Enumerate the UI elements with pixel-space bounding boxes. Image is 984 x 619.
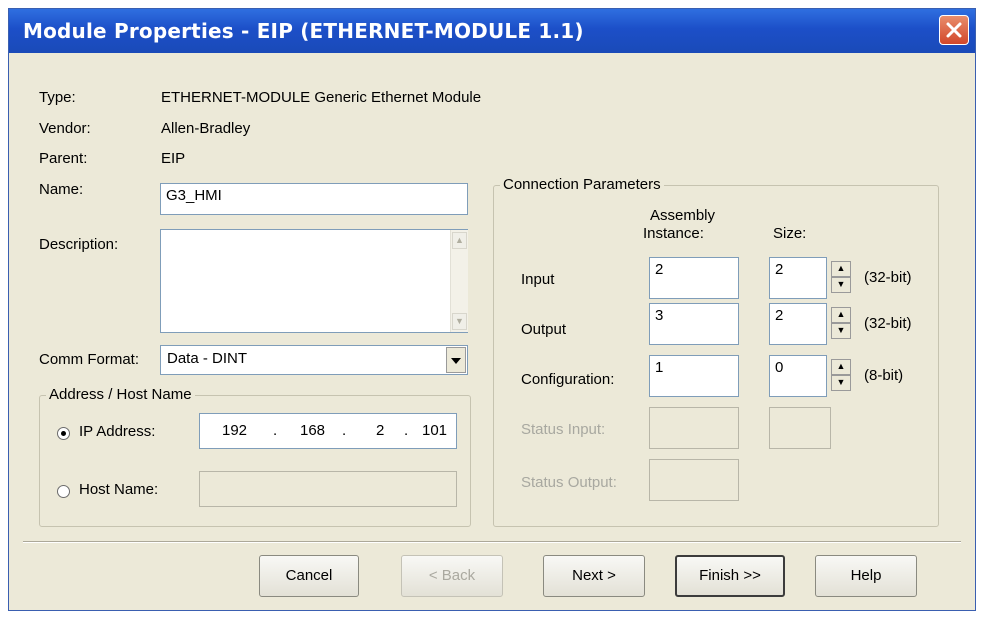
ip-address-input[interactable]: 192 . 168 . 2 . 101: [199, 413, 457, 449]
input-size-field[interactable]: 2: [769, 257, 827, 299]
output-size-field[interactable]: 2: [769, 303, 827, 345]
help-button[interactable]: Help: [815, 555, 917, 597]
input-label: Input: [521, 271, 555, 288]
window-title: Module Properties - EIP (ETHERNET-MODULE…: [23, 19, 584, 43]
output-unit: (32-bit): [864, 315, 912, 332]
vendor-value: Allen-Bradley: [161, 120, 251, 137]
close-icon: [946, 22, 962, 38]
ip-address-label: IP Address:: [79, 423, 156, 440]
spin-up-icon[interactable]: ▲: [831, 307, 851, 323]
ip-octet-4: 101: [422, 422, 448, 439]
scroll-down-icon[interactable]: ▼: [452, 313, 467, 330]
comm-format-dropdown-button[interactable]: [446, 347, 466, 373]
configuration-unit: (8-bit): [864, 367, 904, 384]
description-input[interactable]: [160, 229, 468, 333]
ip-dot-1: .: [273, 422, 278, 439]
output-size-spinner[interactable]: ▲ ▼: [831, 307, 851, 341]
configuration-label: Configuration:: [521, 371, 615, 388]
chevron-down-icon: [451, 358, 461, 364]
description-label: Description:: [39, 236, 119, 253]
parent-value: EIP: [161, 150, 186, 167]
configuration-size-field[interactable]: 0: [769, 355, 827, 397]
status-output-label: Status Output:: [521, 474, 617, 491]
type-label: Type:: [39, 89, 76, 106]
cancel-button[interactable]: Cancel: [259, 555, 359, 597]
comm-format-value: Data - DINT: [167, 350, 248, 367]
ip-dot-2: .: [342, 422, 347, 439]
status-input-instance-field[interactable]: [649, 407, 739, 449]
input-instance-field[interactable]: 2: [649, 257, 739, 299]
title-bar[interactable]: Module Properties - EIP (ETHERNET-MODULE…: [9, 9, 975, 53]
name-label: Name:: [39, 181, 84, 198]
spin-up-icon[interactable]: ▲: [831, 261, 851, 277]
size-header: Size:: [773, 225, 807, 242]
module-properties-dialog: Module Properties - EIP (ETHERNET-MODULE…: [8, 8, 976, 611]
assembly-header-line1: Assembly: [650, 207, 716, 224]
status-input-size-field[interactable]: [769, 407, 831, 449]
comm-format-select[interactable]: Data - DINT: [160, 345, 468, 375]
spin-down-icon[interactable]: ▼: [831, 277, 851, 293]
host-name-input[interactable]: [199, 471, 457, 507]
connection-parameters-label: Connection Parameters: [500, 176, 664, 193]
address-group-label: Address / Host Name: [46, 386, 195, 403]
scroll-up-icon[interactable]: ▲: [452, 232, 467, 249]
ip-dot-3: .: [404, 422, 409, 439]
output-label: Output: [521, 321, 567, 338]
ip-address-radio[interactable]: [57, 427, 70, 440]
host-name-radio[interactable]: [57, 485, 70, 498]
back-button[interactable]: < Back: [401, 555, 503, 597]
ip-octet-1: 192: [222, 422, 248, 439]
vendor-label: Vendor:: [39, 120, 91, 137]
ip-octet-3: 2: [376, 422, 385, 439]
next-button[interactable]: Next >: [543, 555, 645, 597]
finish-button[interactable]: Finish >>: [675, 555, 785, 597]
status-input-label: Status Input:: [521, 421, 606, 438]
spin-up-icon[interactable]: ▲: [831, 359, 851, 375]
footer-divider: [23, 541, 961, 543]
spin-down-icon[interactable]: ▼: [831, 375, 851, 391]
comm-format-label: Comm Format:: [39, 351, 140, 368]
description-scrollbar[interactable]: ▲ ▼: [450, 230, 468, 332]
configuration-size-spinner[interactable]: ▲ ▼: [831, 359, 851, 393]
output-instance-field[interactable]: 3: [649, 303, 739, 345]
parent-label: Parent:: [39, 150, 88, 167]
spin-down-icon[interactable]: ▼: [831, 323, 851, 339]
type-value: ETHERNET-MODULE Generic Ethernet Module: [161, 89, 482, 106]
input-unit: (32-bit): [864, 269, 912, 286]
assembly-header-line2: Instance:: [643, 225, 704, 242]
input-size-spinner[interactable]: ▲ ▼: [831, 261, 851, 295]
name-input[interactable]: G3_HMI: [160, 183, 468, 215]
status-output-instance-field[interactable]: [649, 459, 739, 501]
configuration-instance-field[interactable]: 1: [649, 355, 739, 397]
ip-octet-2: 168: [300, 422, 326, 439]
host-name-label: Host Name:: [79, 481, 159, 498]
close-button[interactable]: [939, 15, 969, 45]
